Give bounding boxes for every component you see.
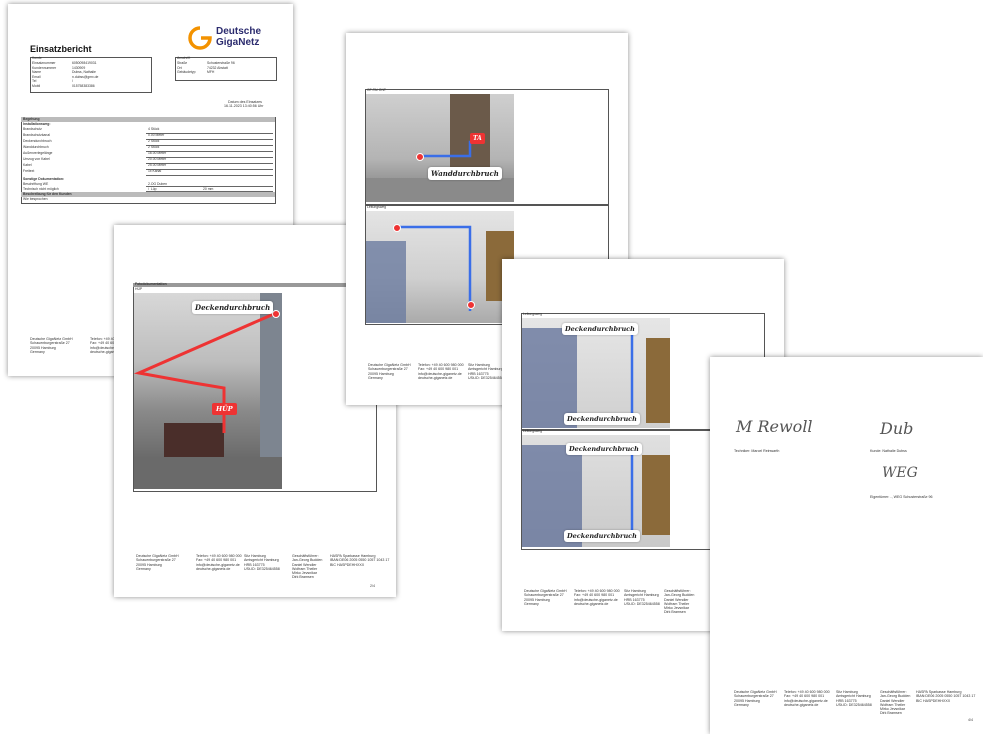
install-cell: Außenverlegelänge (23, 151, 53, 155)
photo-treppenhaus-2: Deckendurchbruch Deckendurchbruch (522, 435, 670, 547)
photo-caption-ta: GF-TA/ ONT (367, 88, 386, 92)
install-cell: 1x Kanal (148, 169, 162, 173)
photo-caption-leitungsweg: Leitungsweg (367, 205, 387, 209)
label-huep: HÜP (212, 403, 237, 415)
footer-bank: HASPA Sparkasse Hamburg IBAN:DE06 2005 0… (330, 554, 390, 567)
anschrift-cell: Gebäudetyp (177, 70, 196, 75)
label-deckendurchbruch-4: Deckendurchbruch (564, 530, 640, 542)
marker-decke (272, 310, 280, 318)
footer-contact: Telefon: +49 40 600 980 000 Fax: +49 40 … (784, 690, 830, 707)
footer-company: Deutsche GigaNetz GmbH Schauenburgerstra… (136, 554, 179, 571)
page-number: 4/4 (968, 718, 973, 722)
route-overlay (420, 140, 482, 158)
label-ta: TA (470, 133, 485, 144)
install-row-divider (146, 132, 273, 134)
footer-contact: Telefon: +49 40 600 980 000 Fax: +49 40 … (418, 363, 464, 380)
sonstige-cell: / Lüp (148, 186, 157, 191)
install-row-divider (146, 144, 273, 146)
install-cell: 0.00 Meter (148, 133, 165, 137)
footer-register: Sitz Hamburg Amtsgericht Hamburg HRB 163… (836, 690, 872, 707)
footer-company: Deutsche GigaNetz GmbH Schauenburgerstra… (734, 690, 777, 707)
footer-company: Deutsche GigaNetz GmbH Schauenburgerstra… (524, 589, 567, 606)
footer-contact: Telefon: +49 40 600 980 000 Fax: +49 40 … (574, 589, 620, 606)
sonstige-cell: 20 mm (203, 186, 214, 191)
install-cell: 16.00 Meter (148, 151, 167, 155)
anschrift-cell: MFH (207, 70, 215, 75)
label-wanddurchbruch: Wanddurchbruch (428, 167, 502, 180)
install-row-divider (146, 174, 273, 176)
photo-caption-huep: HÜP (135, 287, 143, 291)
install-row-divider (146, 168, 273, 170)
install-cell: Brandschutzkanal (23, 133, 50, 137)
kunde-cell: 015758383386 (72, 84, 95, 88)
signature-kunde: Dub (880, 419, 914, 438)
install-cell: Deckendurchbruch (23, 139, 52, 143)
label-deckendurchbruch-1: Deckendurchbruch (562, 323, 638, 335)
label-deckendurchbruch-3: Deckendurchbruch (566, 443, 642, 455)
footer-management: Geschäftsführer: Jan-Georg Budden Daniel… (292, 554, 323, 580)
photo-keller-huep: Deckendurchbruch HÜP (134, 293, 282, 489)
route-overlay (134, 311, 277, 433)
signature-eigentuemer: WEG (882, 465, 918, 481)
footer-company: Deutsche GigaNetz GmbH Schauenburgerstra… (30, 337, 73, 354)
logo-text-line2: GigaNetz (216, 37, 260, 48)
label-deckendurchbruch: Deckendurchbruch (192, 301, 274, 314)
label-techniker: Techniker: Marcel Reinwarth (734, 449, 780, 453)
label-eigentuemer: Eigentümer: -, WEG Schusterstraße 96 (870, 495, 933, 499)
report-title: Einsatzbericht (30, 44, 92, 54)
footer-register: Sitz Hamburg Amtsgericht Hamburg HRB 163… (468, 363, 504, 380)
label-kunde: Kunde: Nathalie Dubss (870, 449, 907, 453)
footer-register: Sitz Hamburg Amtsgericht Hamburg HRB 163… (624, 589, 660, 606)
report-page-5: M Rewoll Techniker: Marcel Reinwarth Dub… (710, 357, 983, 734)
footer-register: Sitz Hamburg Amtsgericht Hamburg HRB 163… (244, 554, 280, 571)
kunde-cell: n.dubss@gmx.de (72, 74, 99, 79)
deutsche-giganetz-logo: Deutsche GigaNetz (188, 24, 278, 52)
beschreibung-text: Wie besprochen (23, 197, 48, 201)
photo-caption-1: Leitungsweg (523, 312, 543, 316)
giganetz-logo-icon (188, 26, 212, 50)
install-row-divider (146, 138, 273, 140)
footer-management: Geschäftsführer: Jan-Georg Budden Daniel… (664, 589, 695, 615)
footer-bank: HASPA Sparkasse Hamburg IBAN:DE06 2005 0… (916, 690, 976, 703)
install-cell: 25.00 Meter (148, 163, 167, 167)
install-cell: 20.00 Meter (148, 157, 167, 161)
photo-ta-ont: TA Wanddurchbruch (366, 94, 514, 202)
logo-text-line1: Deutsche (216, 26, 262, 37)
signature-techniker: M Rewoll (736, 417, 813, 436)
footer-management: Geschäftsführer: Jan-Georg Budden Daniel… (880, 690, 911, 716)
install-cell: 2 Stück (148, 145, 160, 149)
photo-section-header (133, 283, 376, 287)
sonstige-cell: Technisch nicht möglich (23, 186, 59, 191)
install-cell: Umzug von Kabel (23, 157, 50, 161)
page-number: 2/4 (370, 584, 375, 588)
route-overlay (396, 225, 472, 311)
datum-value: 16.11.2023 13:40:56 Uhr (224, 104, 264, 108)
photo-caption-2: Leitungsweg (523, 429, 543, 433)
label-deckendurchbruch-2: Deckendurchbruch (564, 413, 640, 425)
photo-treppenhaus-1: Deckendurchbruch Deckendurchbruch (522, 318, 670, 428)
begehung-header-bar (21, 117, 275, 122)
marker-wall (416, 153, 424, 161)
marker-top (393, 224, 401, 232)
install-cell: Wanddurchbruch (23, 145, 49, 149)
marker-bottom (467, 301, 475, 309)
install-cell: Kabel (23, 163, 32, 167)
install-cell: 2 Stück (148, 139, 160, 143)
photo-leitungsweg (366, 211, 514, 323)
install-cell: 4 Stück (148, 127, 160, 131)
footer-company: Deutsche GigaNetz GmbH Schauenburgerstra… (368, 363, 411, 380)
install-cell: Freitext (23, 169, 35, 173)
kunde-cell: Mobil (32, 84, 41, 88)
install-cell: Brandschutz (23, 127, 42, 131)
footer-contact: Telefon: +49 40 600 980 000 Fax: +49 40 … (196, 554, 242, 571)
